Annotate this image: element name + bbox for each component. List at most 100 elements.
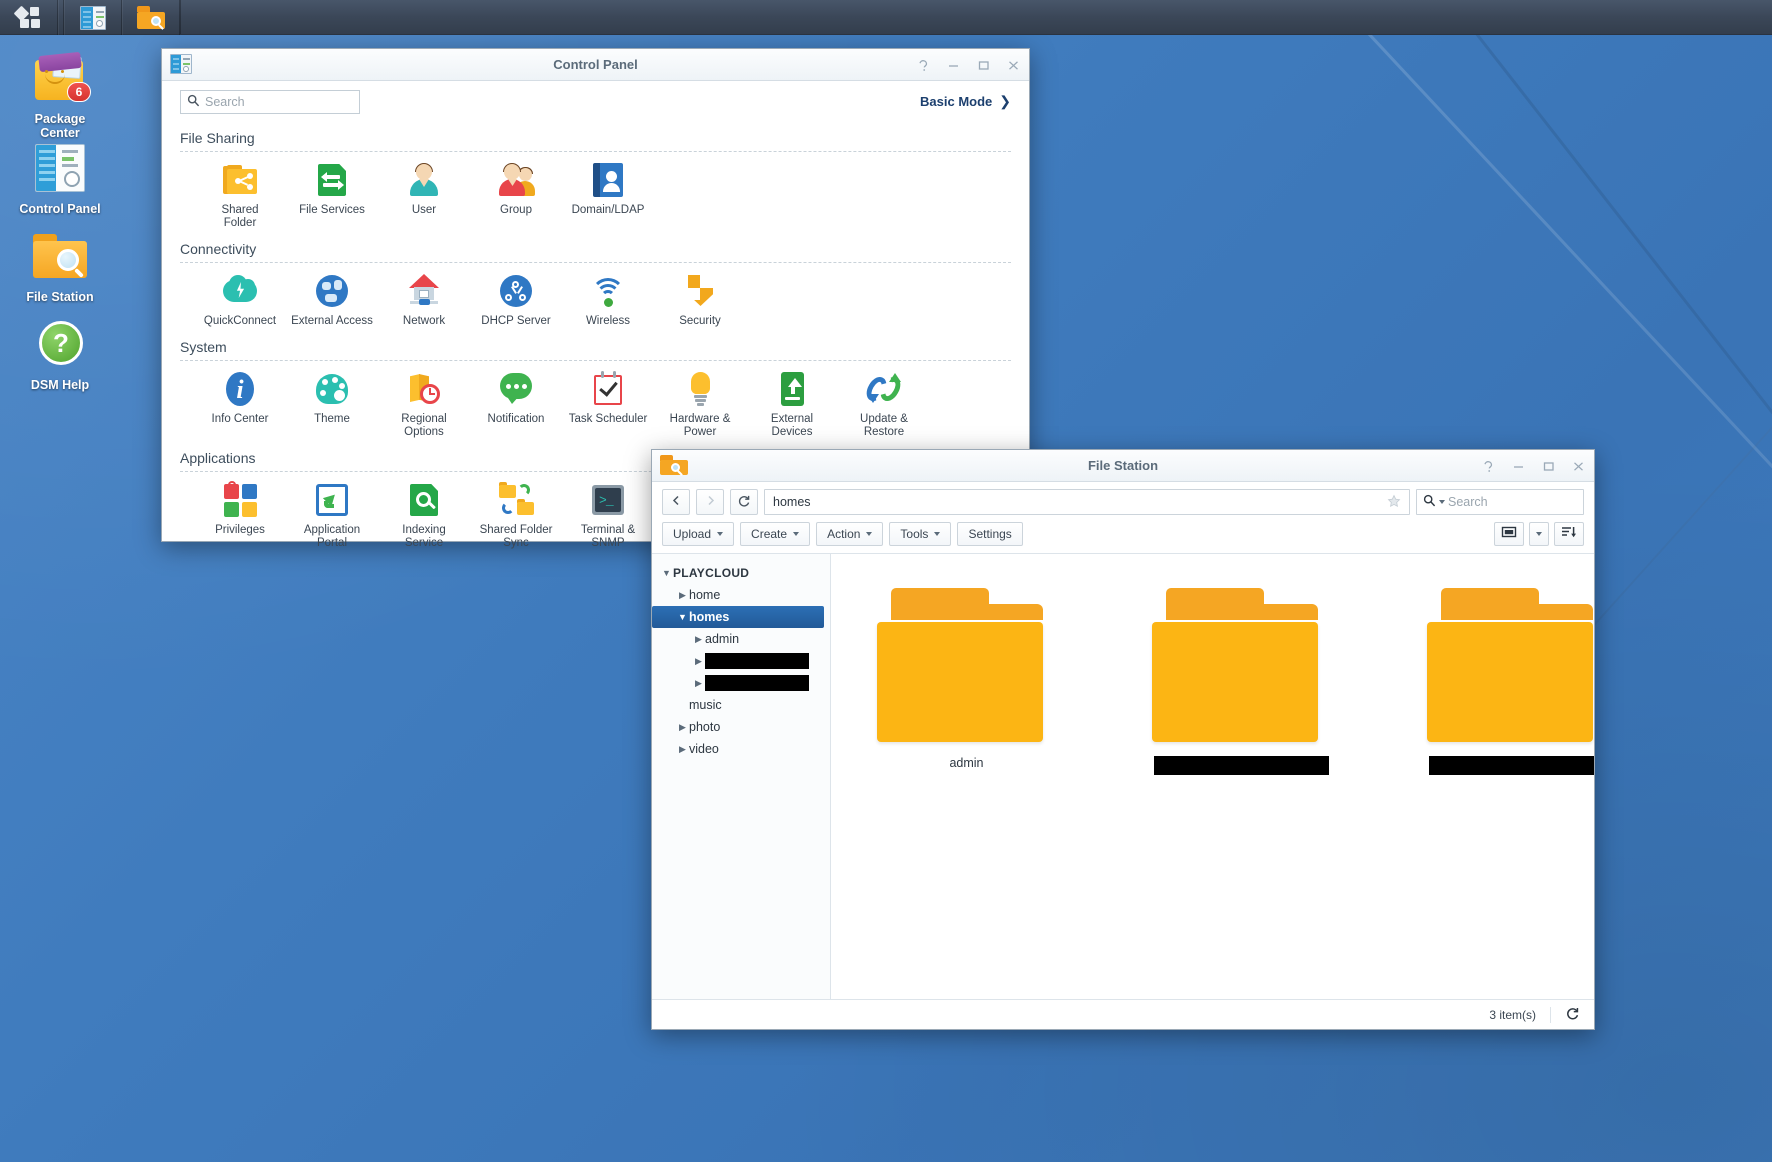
help-button[interactable] [915, 57, 931, 73]
control-panel-item-tasksched[interactable]: Task Scheduler [562, 370, 654, 439]
upload-button[interactable]: Upload [662, 522, 735, 546]
control-panel-item-privileges[interactable]: Privileges [194, 481, 286, 550]
control-panel-item-theme[interactable]: Theme [286, 370, 378, 439]
folder-icon [1426, 588, 1595, 748]
search-icon [187, 94, 200, 110]
desktop-icon-dsm-help[interactable]: ? DSM Help [5, 318, 115, 392]
chevron-right-icon[interactable] [692, 634, 705, 645]
tree-item-label: music [689, 698, 722, 712]
control-panel-item-security[interactable]: Security [654, 272, 746, 328]
chevron-right-icon[interactable] [692, 678, 705, 689]
tree-item-music[interactable]: music [652, 694, 830, 716]
control-panel-item-sharedfolder[interactable]: Shared Folder [194, 161, 286, 230]
control-panel-item-notification[interactable]: Notification [470, 370, 562, 439]
control-panel-item-externalaccess[interactable]: External Access [286, 272, 378, 328]
search-input[interactable]: Search [180, 90, 360, 114]
tree-item-homes[interactable]: homes [652, 606, 824, 628]
chevron-down-icon[interactable] [676, 612, 689, 622]
tree-item-video[interactable]: video [652, 738, 830, 760]
control-panel-item-label: Theme [314, 413, 350, 426]
label-line-1: Terminal & [580, 524, 636, 536]
refresh-button[interactable] [730, 489, 758, 515]
control-panel-item-wireless[interactable]: Wireless [562, 272, 654, 328]
star-icon[interactable] [1387, 494, 1401, 511]
folder-tree: PLAYCLOUD home homes admin music photo video [652, 554, 831, 999]
file-station-titlebar[interactable]: File Station [652, 450, 1594, 482]
file-item-redacted[interactable] [1151, 588, 1329, 775]
close-button[interactable] [1005, 57, 1021, 73]
tree-item-redacted[interactable] [652, 650, 830, 672]
control-panel-item-quickconnect[interactable]: QuickConnect [194, 272, 286, 328]
file-item-admin[interactable]: admin [876, 588, 1054, 775]
control-panel-item-label: Privileges [215, 524, 265, 537]
file-item-redacted[interactable] [1426, 588, 1595, 775]
control-panel-item-infocenter[interactable]: i Info Center [194, 370, 286, 439]
settings-button[interactable]: Settings [957, 522, 1023, 546]
view-mode-button[interactable] [1494, 522, 1524, 546]
control-panel-item-label: Indexing Service [402, 524, 445, 550]
chevron-down-icon[interactable] [1439, 500, 1445, 504]
control-panel-item-fileservices[interactable]: File Services [286, 161, 378, 230]
tree-item-label: video [689, 742, 719, 756]
control-panel-item-extdev[interactable]: External Devices [746, 370, 838, 439]
view-mode-dropdown-button[interactable] [1529, 522, 1549, 546]
forward-button[interactable] [696, 489, 724, 515]
minimize-button[interactable] [1510, 458, 1526, 474]
control-panel-item-label: Application Portal [304, 524, 360, 550]
control-panel-item-terminal[interactable]: >_ Terminal & SNMP [562, 481, 654, 550]
chevron-right-icon[interactable] [676, 590, 689, 601]
control-panel-item-hwpower[interactable]: Hardware & Power [654, 370, 746, 439]
back-button[interactable] [662, 489, 690, 515]
basic-mode-toggle[interactable]: Basic Mode ❯ [920, 93, 1011, 110]
action-button[interactable]: Action [816, 522, 884, 546]
control-panel-item-appportal[interactable]: Application Portal [286, 481, 378, 550]
control-panel-item-dhcp[interactable]: DHCP Server [470, 272, 562, 328]
file-station-window-controls [1480, 450, 1586, 482]
control-panel-item-regional[interactable]: Regional Options [378, 370, 470, 439]
desktop-icon-package-center[interactable]: 6 Package Center [5, 51, 115, 140]
minimize-button[interactable] [945, 57, 961, 73]
chevron-right-icon[interactable] [692, 656, 705, 667]
theme-icon [313, 370, 351, 408]
upload-button-label: Upload [673, 527, 712, 541]
label-line-2: Folder [223, 217, 257, 229]
security-icon [681, 272, 719, 310]
tree-item-label: homes [689, 610, 730, 624]
control-panel-item-domain[interactable]: Domain/LDAP [562, 161, 654, 230]
taskbar-item-control-panel[interactable] [64, 0, 122, 35]
taskbar-main-menu-button[interactable] [0, 0, 58, 35]
search-placeholder: Search [205, 95, 245, 109]
tools-button[interactable]: Tools [889, 522, 952, 546]
label-line-1: Hardware & [669, 413, 731, 425]
control-panel-item-group[interactable]: Group [470, 161, 562, 230]
tree-item-admin[interactable]: admin [652, 628, 830, 650]
create-button[interactable]: Create [740, 522, 811, 546]
sort-order-button[interactable] [1554, 522, 1584, 546]
sharedfolder-icon [221, 161, 259, 199]
maximize-button[interactable] [1540, 458, 1556, 474]
control-panel-item-user[interactable]: User [378, 161, 470, 230]
refresh-button[interactable] [1565, 1006, 1580, 1024]
control-panel-item-indexing[interactable]: Indexing Service [378, 481, 470, 550]
file-station-window[interactable]: File Station homes Search Upload Create … [651, 449, 1595, 1030]
control-panel-item-update[interactable]: Update & Restore [838, 370, 930, 439]
control-panel-item-network[interactable]: Network [378, 272, 470, 328]
search-input[interactable]: Search [1416, 489, 1584, 515]
close-button[interactable] [1570, 458, 1586, 474]
chevron-right-icon[interactable] [676, 744, 689, 755]
help-button[interactable] [1480, 458, 1496, 474]
chevron-right-icon[interactable] [676, 722, 689, 733]
path-input[interactable]: homes [764, 489, 1410, 515]
taskbar-item-file-station[interactable] [122, 0, 180, 35]
control-panel-item-sfsync[interactable]: Shared Folder Sync [470, 481, 562, 550]
tree-item-root[interactable]: PLAYCLOUD [652, 562, 830, 584]
maximize-button[interactable] [975, 57, 991, 73]
file-list-area[interactable]: admin [831, 554, 1594, 999]
desktop-icon-control-panel[interactable]: Control Panel [5, 142, 115, 216]
tree-item-photo[interactable]: photo [652, 716, 830, 738]
desktop-icon-file-station[interactable]: File Station [5, 230, 115, 304]
chevron-down-icon[interactable] [660, 568, 673, 578]
tree-item-home[interactable]: home [652, 584, 830, 606]
tree-item-redacted[interactable] [652, 672, 830, 694]
control-panel-titlebar[interactable]: Control Panel [162, 49, 1029, 81]
